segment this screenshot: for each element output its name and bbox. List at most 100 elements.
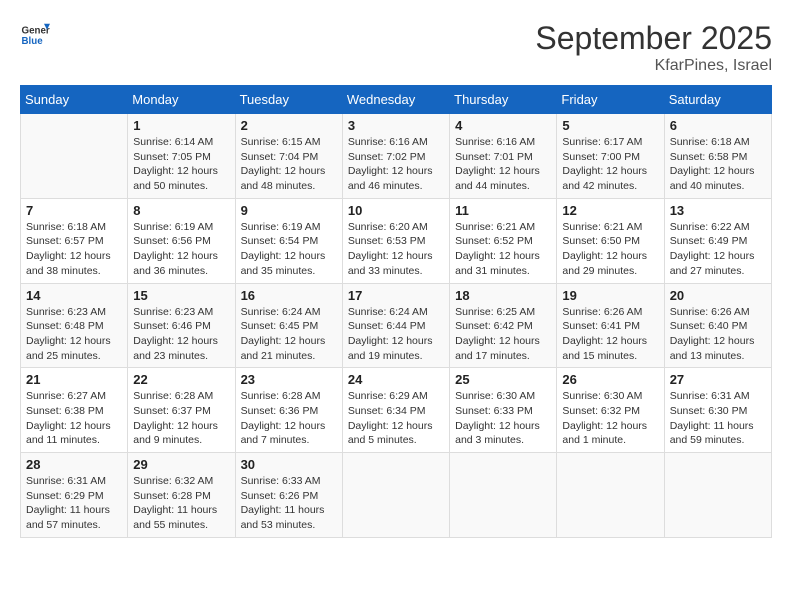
calendar-cell: 8 Sunrise: 6:19 AM Sunset: 6:56 PM Daylig…: [128, 198, 235, 283]
day-number: 24: [348, 372, 444, 387]
day-number: 9: [241, 203, 337, 218]
day-number: 14: [26, 288, 122, 303]
day-info: Sunrise: 6:21 AM Sunset: 6:50 PM Dayligh…: [562, 220, 658, 279]
svg-text:Blue: Blue: [22, 36, 44, 47]
month-title: September 2025: [535, 20, 772, 57]
logo: General Blue: [20, 20, 50, 50]
day-info: Sunrise: 6:21 AM Sunset: 6:52 PM Dayligh…: [455, 220, 551, 279]
calendar-cell: 23Sunrise: 6:28 AM Sunset: 6:36 PM Dayli…: [235, 368, 342, 453]
day-info: Sunrise: 6:14 AM Sunset: 7:05 PM Dayligh…: [133, 135, 229, 194]
calendar-cell: 18Sunrise: 6:25 AM Sunset: 6:42 PM Dayli…: [450, 283, 557, 368]
calendar-cell: [342, 453, 449, 538]
day-number: 19: [562, 288, 658, 303]
calendar-cell: 21Sunrise: 6:27 AM Sunset: 6:38 PM Dayli…: [21, 368, 128, 453]
calendar-cell: 7Sunrise: 6:18 AM Sunset: 6:57 PM Daylig…: [21, 198, 128, 283]
day-number: 13: [670, 203, 766, 218]
calendar-cell: 27 Sunrise: 6:31 AM Sunset: 6:30 PM Dayli…: [664, 368, 771, 453]
day-number: 8: [133, 203, 229, 218]
day-info: Sunrise: 6:20 AM Sunset: 6:53 PM Dayligh…: [348, 220, 444, 279]
calendar-cell: 10 Sunrise: 6:20 AM Sunset: 6:53 PM Dayli…: [342, 198, 449, 283]
calendar-cell: [450, 453, 557, 538]
calendar-cell: 17 Sunrise: 6:24 AM Sunset: 6:44 PM Dayli…: [342, 283, 449, 368]
logo-icon: General Blue: [20, 20, 50, 50]
calendar-cell: 24 Sunrise: 6:29 AM Sunset: 6:34 PM Dayli…: [342, 368, 449, 453]
day-info: Sunrise: 6:19 AM Sunset: 6:56 PM Dayligh…: [133, 220, 229, 279]
day-info: Sunrise: 6:24 AM Sunset: 6:45 PM Dayligh…: [241, 305, 337, 364]
calendar-cell: 11 Sunrise: 6:21 AM Sunset: 6:52 PM Dayli…: [450, 198, 557, 283]
day-info: Sunrise: 6:19 AM Sunset: 6:54 PM Dayligh…: [241, 220, 337, 279]
day-number: 28: [26, 457, 122, 472]
day-info: Sunrise: 6:29 AM Sunset: 6:34 PM Dayligh…: [348, 389, 444, 448]
day-number: 17: [348, 288, 444, 303]
calendar-cell: 6 Sunrise: 6:18 AM Sunset: 6:58 PM Daylig…: [664, 114, 771, 199]
header-tuesday: Tuesday: [235, 86, 342, 114]
day-number: 21: [26, 372, 122, 387]
day-number: 1: [133, 118, 229, 133]
calendar-cell: 28 Sunrise: 6:31 AM Sunset: 6:29 PM Dayli…: [21, 453, 128, 538]
day-info: Sunrise: 6:25 AM Sunset: 6:42 PM Dayligh…: [455, 305, 551, 364]
day-info: Sunrise: 6:15 AM Sunset: 7:04 PM Dayligh…: [241, 135, 337, 194]
calendar-cell: 3Sunrise: 6:16 AM Sunset: 7:02 PM Daylig…: [342, 114, 449, 199]
header-monday: Monday: [128, 86, 235, 114]
day-number: 7: [26, 203, 122, 218]
day-number: 20: [670, 288, 766, 303]
day-info: Sunrise: 6:30 AM Sunset: 6:33 PM Dayligh…: [455, 389, 551, 448]
calendar-cell: 26Sunrise: 6:30 AM Sunset: 6:32 PM Dayli…: [557, 368, 664, 453]
header-sunday: Sunday: [21, 86, 128, 114]
day-number: 16: [241, 288, 337, 303]
calendar-cell: 25 Sunrise: 6:30 AM Sunset: 6:33 PM Dayli…: [450, 368, 557, 453]
day-number: 11: [455, 203, 551, 218]
calendar-week-row: 28 Sunrise: 6:31 AM Sunset: 6:29 PM Dayli…: [21, 453, 772, 538]
day-number: 4: [455, 118, 551, 133]
calendar-cell: 12 Sunrise: 6:21 AM Sunset: 6:50 PM Dayli…: [557, 198, 664, 283]
day-info: Sunrise: 6:32 AM Sunset: 6:28 PM Dayligh…: [133, 474, 229, 533]
calendar-cell: 9 Sunrise: 6:19 AM Sunset: 6:54 PM Daylig…: [235, 198, 342, 283]
calendar-cell: 14 Sunrise: 6:23 AM Sunset: 6:48 PM Dayli…: [21, 283, 128, 368]
day-number: 30: [241, 457, 337, 472]
day-info: Sunrise: 6:31 AM Sunset: 6:29 PM Dayligh…: [26, 474, 122, 533]
calendar-cell: 22Sunrise: 6:28 AM Sunset: 6:37 PM Dayli…: [128, 368, 235, 453]
calendar-cell: 20 Sunrise: 6:26 AM Sunset: 6:40 PM Dayli…: [664, 283, 771, 368]
calendar-cell: 19 Sunrise: 6:26 AM Sunset: 6:41 PM Dayli…: [557, 283, 664, 368]
day-number: 10: [348, 203, 444, 218]
day-info: Sunrise: 6:23 AM Sunset: 6:46 PM Dayligh…: [133, 305, 229, 364]
calendar-cell: 1 Sunrise: 6:14 AM Sunset: 7:05 PM Daylig…: [128, 114, 235, 199]
day-info: Sunrise: 6:16 AM Sunset: 7:01 PM Dayligh…: [455, 135, 551, 194]
day-number: 27: [670, 372, 766, 387]
calendar-week-row: 7Sunrise: 6:18 AM Sunset: 6:57 PM Daylig…: [21, 198, 772, 283]
calendar-cell: 5 Sunrise: 6:17 AM Sunset: 7:00 PM Daylig…: [557, 114, 664, 199]
calendar-cell: 2 Sunrise: 6:15 AM Sunset: 7:04 PM Daylig…: [235, 114, 342, 199]
day-info: Sunrise: 6:33 AM Sunset: 6:26 PM Dayligh…: [241, 474, 337, 533]
day-info: Sunrise: 6:24 AM Sunset: 6:44 PM Dayligh…: [348, 305, 444, 364]
day-number: 15: [133, 288, 229, 303]
page-header: General Blue September 2025 KfarPines, I…: [20, 20, 772, 75]
calendar-week-row: 21Sunrise: 6:27 AM Sunset: 6:38 PM Dayli…: [21, 368, 772, 453]
location: KfarPines, Israel: [535, 57, 772, 75]
day-info: Sunrise: 6:26 AM Sunset: 6:41 PM Dayligh…: [562, 305, 658, 364]
day-number: 26: [562, 372, 658, 387]
day-number: 25: [455, 372, 551, 387]
calendar-cell: 30 Sunrise: 6:33 AM Sunset: 6:26 PM Dayli…: [235, 453, 342, 538]
header-wednesday: Wednesday: [342, 86, 449, 114]
day-number: 2: [241, 118, 337, 133]
day-info: Sunrise: 6:17 AM Sunset: 7:00 PM Dayligh…: [562, 135, 658, 194]
day-number: 12: [562, 203, 658, 218]
day-number: 29: [133, 457, 229, 472]
calendar-cell: 16 Sunrise: 6:24 AM Sunset: 6:45 PM Dayli…: [235, 283, 342, 368]
calendar-week-row: 14 Sunrise: 6:23 AM Sunset: 6:48 PM Dayli…: [21, 283, 772, 368]
title-area: September 2025 KfarPines, Israel: [535, 20, 772, 75]
calendar-cell: 15 Sunrise: 6:23 AM Sunset: 6:46 PM Dayli…: [128, 283, 235, 368]
header-friday: Friday: [557, 86, 664, 114]
day-info: Sunrise: 6:23 AM Sunset: 6:48 PM Dayligh…: [26, 305, 122, 364]
day-number: 6: [670, 118, 766, 133]
day-info: Sunrise: 6:22 AM Sunset: 6:49 PM Dayligh…: [670, 220, 766, 279]
day-info: Sunrise: 6:26 AM Sunset: 6:40 PM Dayligh…: [670, 305, 766, 364]
calendar-table: SundayMondayTuesdayWednesdayThursdayFrid…: [20, 85, 772, 538]
day-info: Sunrise: 6:28 AM Sunset: 6:37 PM Dayligh…: [133, 389, 229, 448]
day-info: Sunrise: 6:31 AM Sunset: 6:30 PM Dayligh…: [670, 389, 766, 448]
day-number: 5: [562, 118, 658, 133]
day-info: Sunrise: 6:18 AM Sunset: 6:58 PM Dayligh…: [670, 135, 766, 194]
day-info: Sunrise: 6:28 AM Sunset: 6:36 PM Dayligh…: [241, 389, 337, 448]
calendar-cell: 4 Sunrise: 6:16 AM Sunset: 7:01 PM Daylig…: [450, 114, 557, 199]
calendar-cell: [664, 453, 771, 538]
